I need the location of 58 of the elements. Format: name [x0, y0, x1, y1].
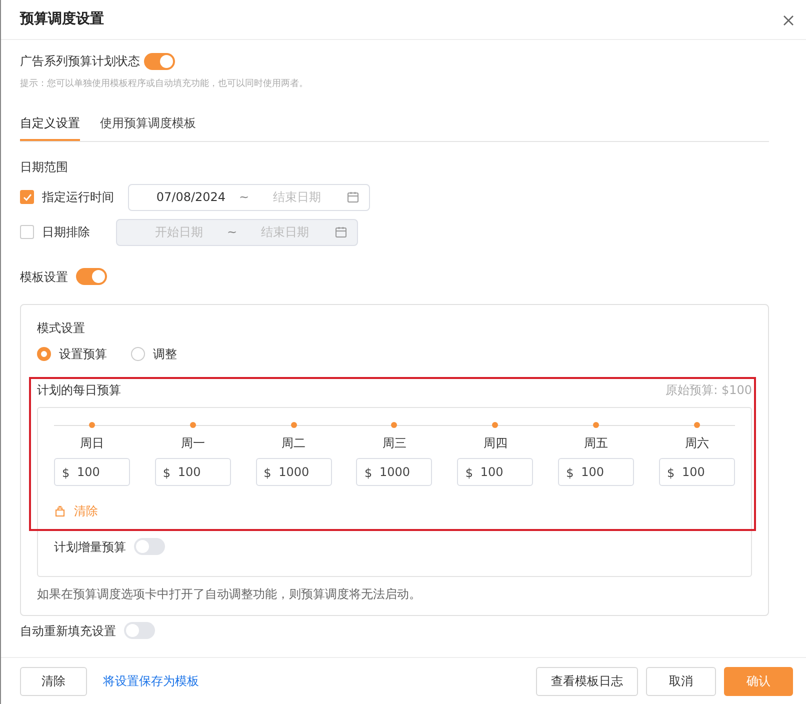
toggle-switch[interactable]	[76, 268, 107, 285]
currency-symbol: $	[62, 464, 70, 482]
day-label: 周日	[80, 434, 104, 452]
start-date-input[interactable]: 07/08/2024	[147, 187, 235, 207]
tilde-separator: ~	[227, 224, 238, 241]
note-text: 如果在预算调度选项卡中打开了自动调整功能，则预算调度将无法启动。	[37, 586, 422, 602]
currency-symbol: $	[566, 464, 574, 482]
timeline-dot	[492, 422, 498, 428]
currency-symbol: $	[364, 464, 372, 482]
day-label: 周五	[584, 434, 608, 452]
radio-label: 调整	[153, 346, 177, 362]
currency-symbol: $	[465, 464, 473, 482]
check-icon	[22, 192, 32, 202]
radio-label: 设置预算	[59, 346, 107, 362]
timeline-dot	[694, 422, 700, 428]
toggle-switch[interactable]	[134, 538, 165, 555]
currency-symbol: $	[264, 464, 272, 482]
currency-symbol: $	[162, 464, 170, 482]
day-label: 周六	[684, 434, 709, 452]
timeline-dot	[391, 422, 398, 428]
day-label: 周四	[483, 434, 508, 452]
day-label: 周三	[382, 434, 406, 452]
timeline-dot	[290, 422, 297, 428]
section-label: 日期范围	[20, 158, 69, 176]
checkbox-label: 日期排除	[42, 224, 90, 241]
basket-icon	[54, 504, 66, 516]
end-date-input[interactable]: 结束日期	[253, 187, 342, 207]
checkbox[interactable]	[20, 190, 34, 204]
timeline-dot	[593, 422, 600, 428]
cancel-button[interactable]: 取消	[646, 666, 716, 696]
section-label: 自动重新填充设置	[20, 622, 116, 640]
original-budget: 原始预算: $100	[666, 382, 752, 398]
status-label: 广告系列预算计划状态	[20, 53, 140, 70]
tab[interactable]: 使用预算调度模板	[100, 108, 196, 140]
timeline-dot	[89, 422, 95, 428]
dialog-title: 预算调度设置	[20, 10, 104, 29]
timeline-dot	[190, 422, 196, 428]
toggle-switch[interactable]	[124, 622, 155, 639]
toggle-switch[interactable]	[144, 52, 175, 70]
toggle-label: 计划增量预算	[54, 538, 126, 556]
radio-button[interactable]	[37, 346, 51, 360]
save-template-link[interactable]: 将设置保存为模板	[103, 672, 199, 690]
view-log-button[interactable]: 查看模板日志	[536, 666, 638, 696]
currency-symbol: $	[666, 464, 675, 482]
section-label: 计划的每日预算	[37, 382, 121, 398]
day-label: 周一	[180, 434, 205, 452]
radio-button[interactable]	[131, 346, 145, 360]
section-label: 模式设置	[37, 320, 86, 336]
clear-button[interactable]: 清除	[20, 666, 87, 696]
checkbox-label: 指定运行时间	[42, 189, 114, 206]
day-label: 周二	[282, 434, 306, 452]
date-range-field[interactable]: 07/08/2024 ~ 结束日期	[128, 184, 370, 210]
calendar-icon[interactable]	[347, 191, 359, 203]
hint-text: 提示：您可以单独使用模板程序或自动填充功能，也可以同时使用两者。	[20, 78, 309, 91]
close-icon[interactable]	[783, 14, 794, 26]
tilde-separator: ~	[239, 189, 250, 206]
tab[interactable]: 自定义设置	[20, 108, 80, 140]
section-label: 模板设置	[20, 268, 68, 286]
